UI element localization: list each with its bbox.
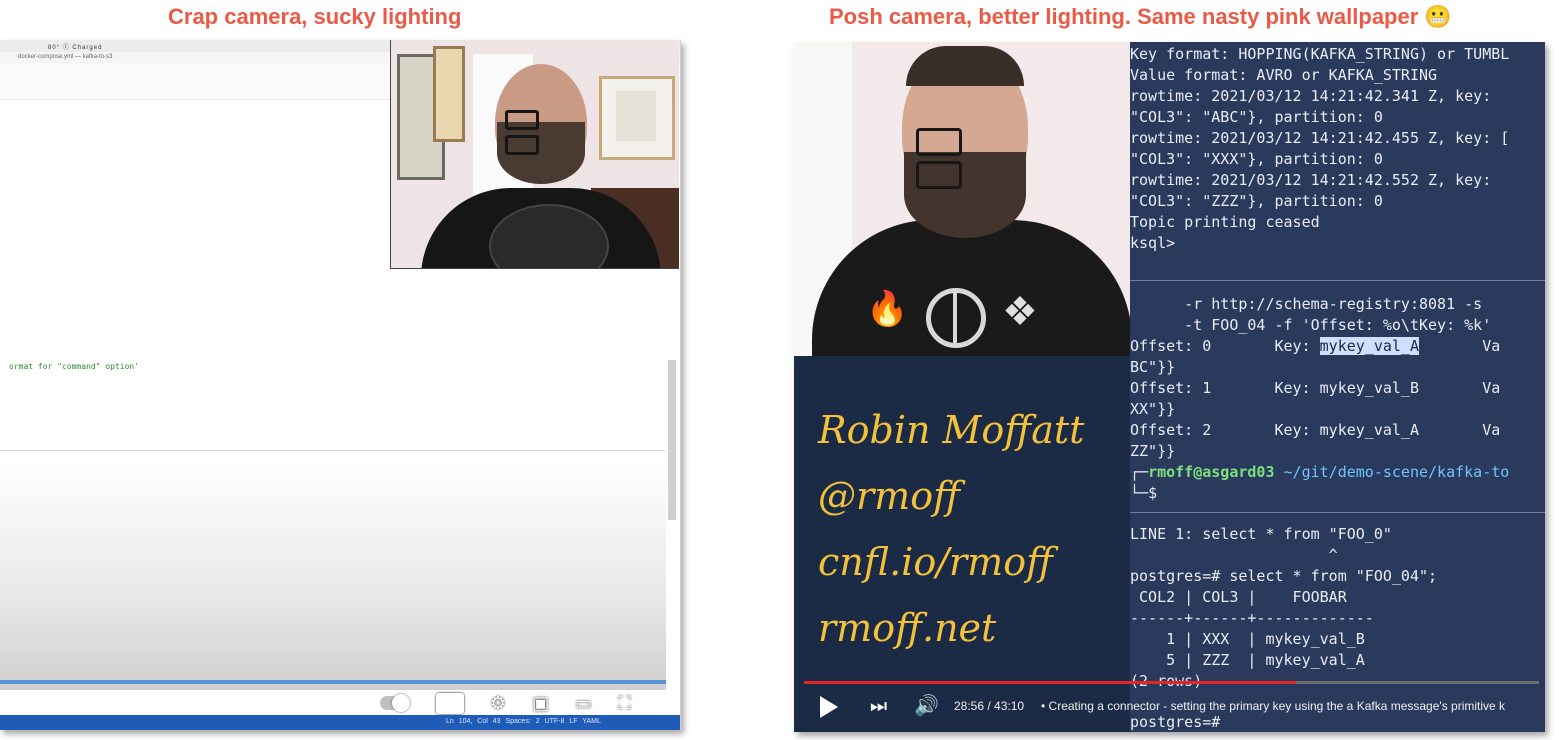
video-time: 28:56 / 43:10 bbox=[954, 699, 1025, 713]
wheel-icon bbox=[926, 288, 986, 348]
terminal-line: rowtime: 2021/03/12 14:21:42.341 Z, key: bbox=[1130, 87, 1492, 105]
presenter-twitter: @rmoff bbox=[818, 474, 960, 518]
glasses bbox=[505, 110, 577, 155]
selected-text: mykey_val_A bbox=[1319, 337, 1419, 355]
psql-line: 5 | ZZZ | mykey_val_A bbox=[1130, 651, 1365, 669]
wall-frame bbox=[433, 46, 465, 142]
next-icon[interactable]: ⏭ bbox=[870, 696, 887, 718]
video-controls: CC ⚙ ▣ ▭ ⛶ bbox=[380, 692, 631, 714]
right-screenshot: Key format: HOPPING(KAFKA_STRING) or TUM… bbox=[794, 42, 1545, 732]
play-icon[interactable] bbox=[820, 696, 838, 718]
psql-line: postgres=# select * from "FOO_04"; bbox=[1130, 567, 1438, 585]
psql-line: LINE 1: select * from "FOO_0" bbox=[1130, 525, 1392, 543]
menubar-status: 80° ⓒ Charged bbox=[48, 45, 103, 51]
code-fragment: ormat for "command" option' bbox=[9, 362, 140, 371]
psql-line: COL2 | COL3 | FOOBAR bbox=[1130, 588, 1347, 606]
offset-wrap: XX"}} bbox=[1130, 400, 1176, 418]
shell-prompt-line2: └─$ bbox=[1130, 484, 1158, 502]
caption-right: Posh camera, better lighting. Same nasty… bbox=[829, 4, 1452, 29]
kafka-icon: ❖ bbox=[1002, 290, 1038, 334]
psql-line: ------+------+------------- bbox=[1130, 609, 1374, 627]
panel-divider bbox=[0, 450, 666, 451]
video-progress-fill[interactable] bbox=[804, 681, 1297, 684]
offset-wrap: BC"}} bbox=[1130, 358, 1176, 376]
shell-prompt: ┌─rmoff@asgard03 ~/git/demo-scene/kafka-… bbox=[1130, 463, 1510, 481]
left-screenshot: 80° ⓒ Charged docker-compose.yml — kafka… bbox=[0, 40, 681, 730]
presenter-link: cnfl.io/rmoff bbox=[818, 540, 1054, 584]
fullscreen-icon[interactable]: ⛶ bbox=[618, 693, 631, 714]
offset-line: Offset: 0 Key: mykey_val_A Va bbox=[1130, 337, 1501, 355]
terminal-panel bbox=[0, 460, 666, 690]
wall-picture bbox=[599, 76, 675, 160]
psql-line: 1 | XXX | mykey_val_B bbox=[1130, 630, 1365, 648]
volume-icon[interactable]: 🔊 bbox=[914, 695, 939, 717]
editor-scrollbar[interactable] bbox=[668, 360, 676, 520]
theater-mode-icon[interactable]: ▭ bbox=[575, 693, 592, 714]
kafkacat-line: -r http://schema-registry:8081 -s bbox=[1130, 295, 1483, 313]
terminal-line: "COL3": "ZZZ"}, partition: 0 bbox=[1130, 192, 1383, 210]
presenter-site: rmoff.net bbox=[818, 606, 997, 650]
psql-line: ^ bbox=[1130, 546, 1338, 564]
terminal: Key format: HOPPING(KAFKA_STRING) or TUM… bbox=[1130, 42, 1545, 732]
terminal-line: rowtime: 2021/03/12 14:21:42.455 Z, key:… bbox=[1130, 129, 1510, 147]
miniplayer-icon[interactable]: ▣ bbox=[532, 693, 549, 714]
kafkacat-line: -t FOO_04 -f 'Offset: %o\tKey: %k' bbox=[1130, 316, 1492, 334]
offset-line: Offset: 1 Key: mykey_val_B Va bbox=[1130, 379, 1501, 397]
pane-separator bbox=[1130, 512, 1545, 513]
terminal-line: Key format: HOPPING(KAFKA_STRING) or TUM… bbox=[1130, 45, 1510, 63]
editor-status-text: Ln 104, Col 43 Spaces: 2 UTF-8 LF YAML bbox=[446, 718, 601, 725]
terminal-line: Topic printing ceased bbox=[1130, 213, 1320, 231]
offset-wrap: ZZ"}} bbox=[1130, 442, 1176, 460]
flame-icon: 🔥 bbox=[866, 290, 909, 328]
cc-icon[interactable]: CC bbox=[436, 692, 464, 714]
terminal-line: ksql> bbox=[1130, 234, 1176, 252]
terminal-line: Value format: AVRO or KAFKA_STRING bbox=[1130, 66, 1438, 84]
glasses bbox=[916, 128, 1016, 189]
presenter-name: Robin Moffatt bbox=[818, 408, 1085, 452]
terminal-line: rowtime: 2021/03/12 14:21:42.552 Z, key: bbox=[1130, 171, 1492, 189]
gear-icon[interactable]: ⚙ bbox=[490, 693, 506, 714]
person-hair bbox=[906, 46, 1024, 86]
autoplay-toggle[interactable] bbox=[380, 694, 410, 712]
chapter-title[interactable]: • Creating a connector - setting the pri… bbox=[1041, 699, 1541, 713]
video-progress-bar[interactable] bbox=[0, 680, 666, 684]
editor-status-bar: Ln 104, Col 43 Spaces: 2 UTF-8 LF YAML bbox=[0, 715, 680, 730]
offset-line: Offset: 2 Key: mykey_val_A Va bbox=[1130, 421, 1501, 439]
terminal-line: "COL3": "ABC"}, partition: 0 bbox=[1130, 108, 1383, 126]
window-title: docker-compose.yml — kafka-to-s3 bbox=[18, 54, 113, 60]
pane-separator bbox=[1130, 280, 1545, 281]
video-controls: ⏭ 🔊 28:56 / 43:10 • Creating a connector… bbox=[794, 692, 1545, 724]
webcam-right: 🔥 ❖ bbox=[794, 42, 1130, 356]
caption-left: Crap camera, sucky lighting bbox=[168, 4, 462, 29]
terminal-line: "COL3": "XXX"}, partition: 0 bbox=[1130, 150, 1383, 168]
webcam-left bbox=[390, 40, 679, 269]
